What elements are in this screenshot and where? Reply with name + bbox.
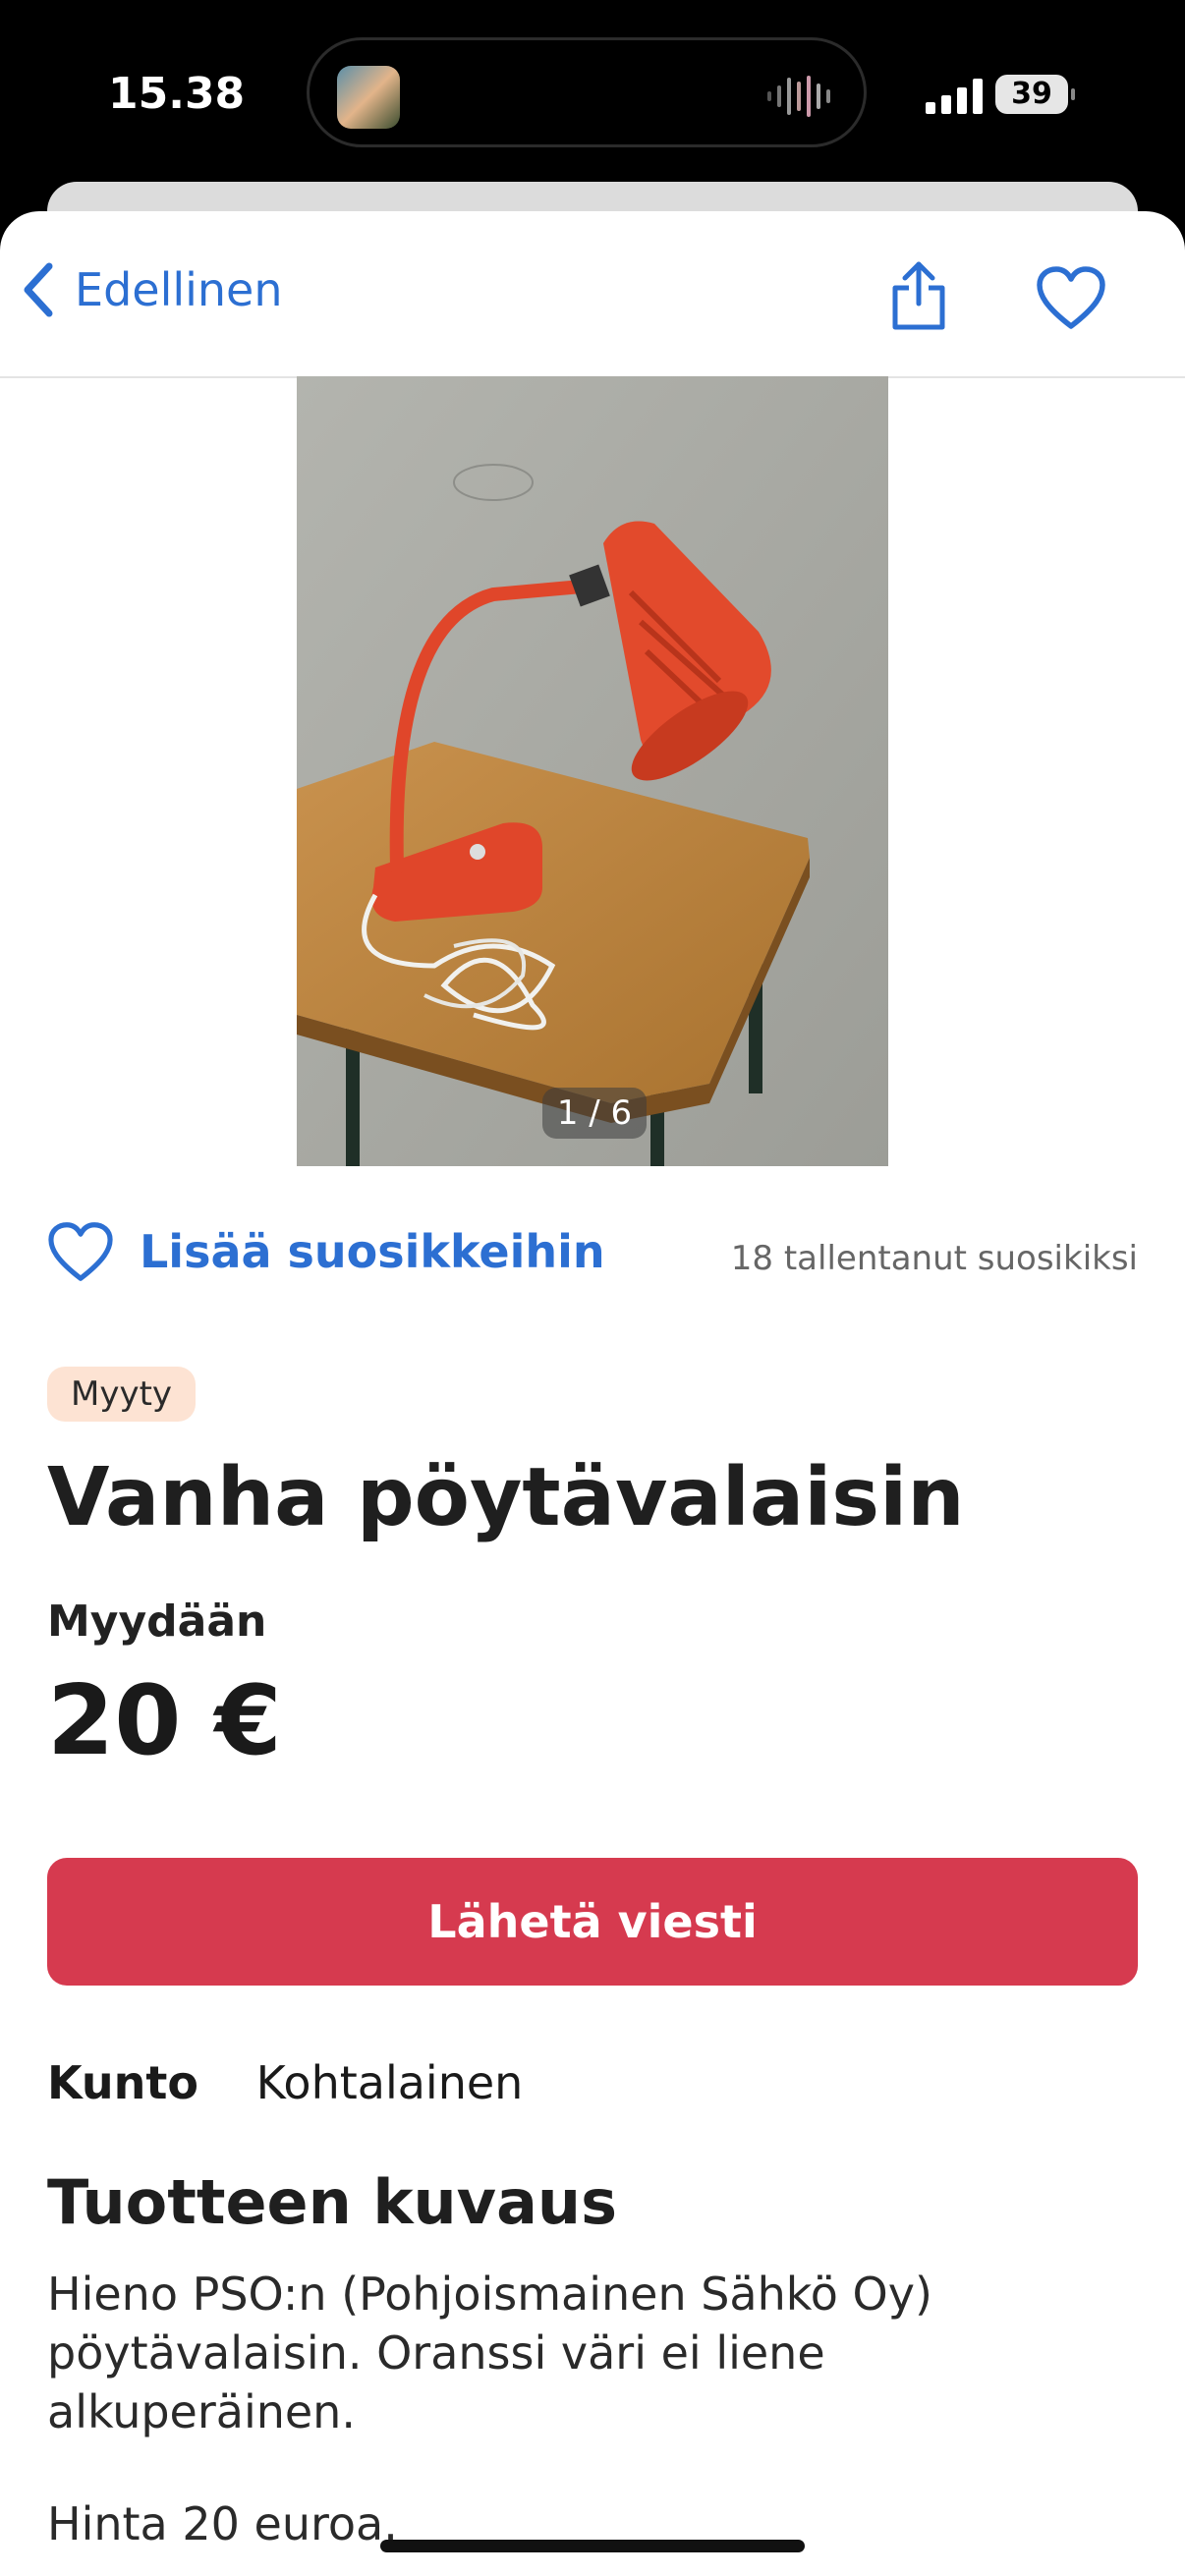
status-badge: Myyty bbox=[47, 1367, 197, 1422]
navigation-bar: Edellinen bbox=[0, 211, 1185, 378]
condition-label: Kunto bbox=[47, 2056, 198, 2109]
home-indicator[interactable] bbox=[380, 2540, 805, 2552]
send-message-button[interactable]: Lähetä viesti bbox=[47, 1858, 1138, 1986]
saved-count: 18 tallentanut suosikiksi bbox=[730, 1239, 1138, 1278]
back-label: Edellinen bbox=[75, 263, 283, 316]
dynamic-island[interactable] bbox=[307, 37, 867, 147]
condition-row: Kunto Kohtalainen bbox=[47, 2056, 523, 2109]
description-paragraph: Hieno PSO:n (Pohjoismainen Sähkö Oy) pöy… bbox=[47, 2268, 932, 2438]
audio-wave-icon bbox=[767, 76, 830, 117]
lamp-photo-illustration bbox=[297, 376, 888, 1166]
back-button[interactable]: Edellinen bbox=[22, 262, 283, 317]
heart-outline-icon bbox=[48, 1222, 113, 1281]
cellular-signal-icon bbox=[926, 79, 983, 114]
listing-title: Vanha pöytävalaisin bbox=[47, 1451, 965, 1544]
status-bar: 15.38 39 bbox=[0, 0, 1185, 182]
add-to-favorites-label: Lisää suosikkeihin bbox=[140, 1225, 605, 1278]
status-time: 15.38 bbox=[108, 69, 246, 119]
listing-price: 20 € bbox=[47, 1665, 282, 1777]
chevron-left-icon bbox=[24, 262, 53, 317]
sale-type: Myydään bbox=[47, 1596, 267, 1647]
listing-sheet: Edellinen 1 / 6 Lisää suosikkeihin 18 ta… bbox=[0, 211, 1185, 2576]
now-playing-artwork bbox=[337, 66, 400, 129]
heart-outline-icon[interactable] bbox=[1036, 265, 1106, 330]
share-icon[interactable] bbox=[889, 260, 948, 331]
description-heading: Tuotteen kuvaus bbox=[47, 2166, 617, 2238]
add-to-favorites-button[interactable]: Lisää suosikkeihin bbox=[47, 1221, 605, 1282]
image-counter: 1 / 6 bbox=[542, 1088, 647, 1139]
favorites-row: Lisää suosikkeihin 18 tallentanut suosik… bbox=[47, 1221, 1138, 1304]
description-text: Hieno PSO:n (Pohjoismainen Sähkö Oy) pöy… bbox=[47, 2265, 1148, 2576]
battery-indicator: 39 bbox=[995, 75, 1075, 114]
condition-value: Kohtalainen bbox=[255, 2056, 524, 2109]
listing-photo[interactable]: 1 / 6 bbox=[297, 376, 888, 1166]
